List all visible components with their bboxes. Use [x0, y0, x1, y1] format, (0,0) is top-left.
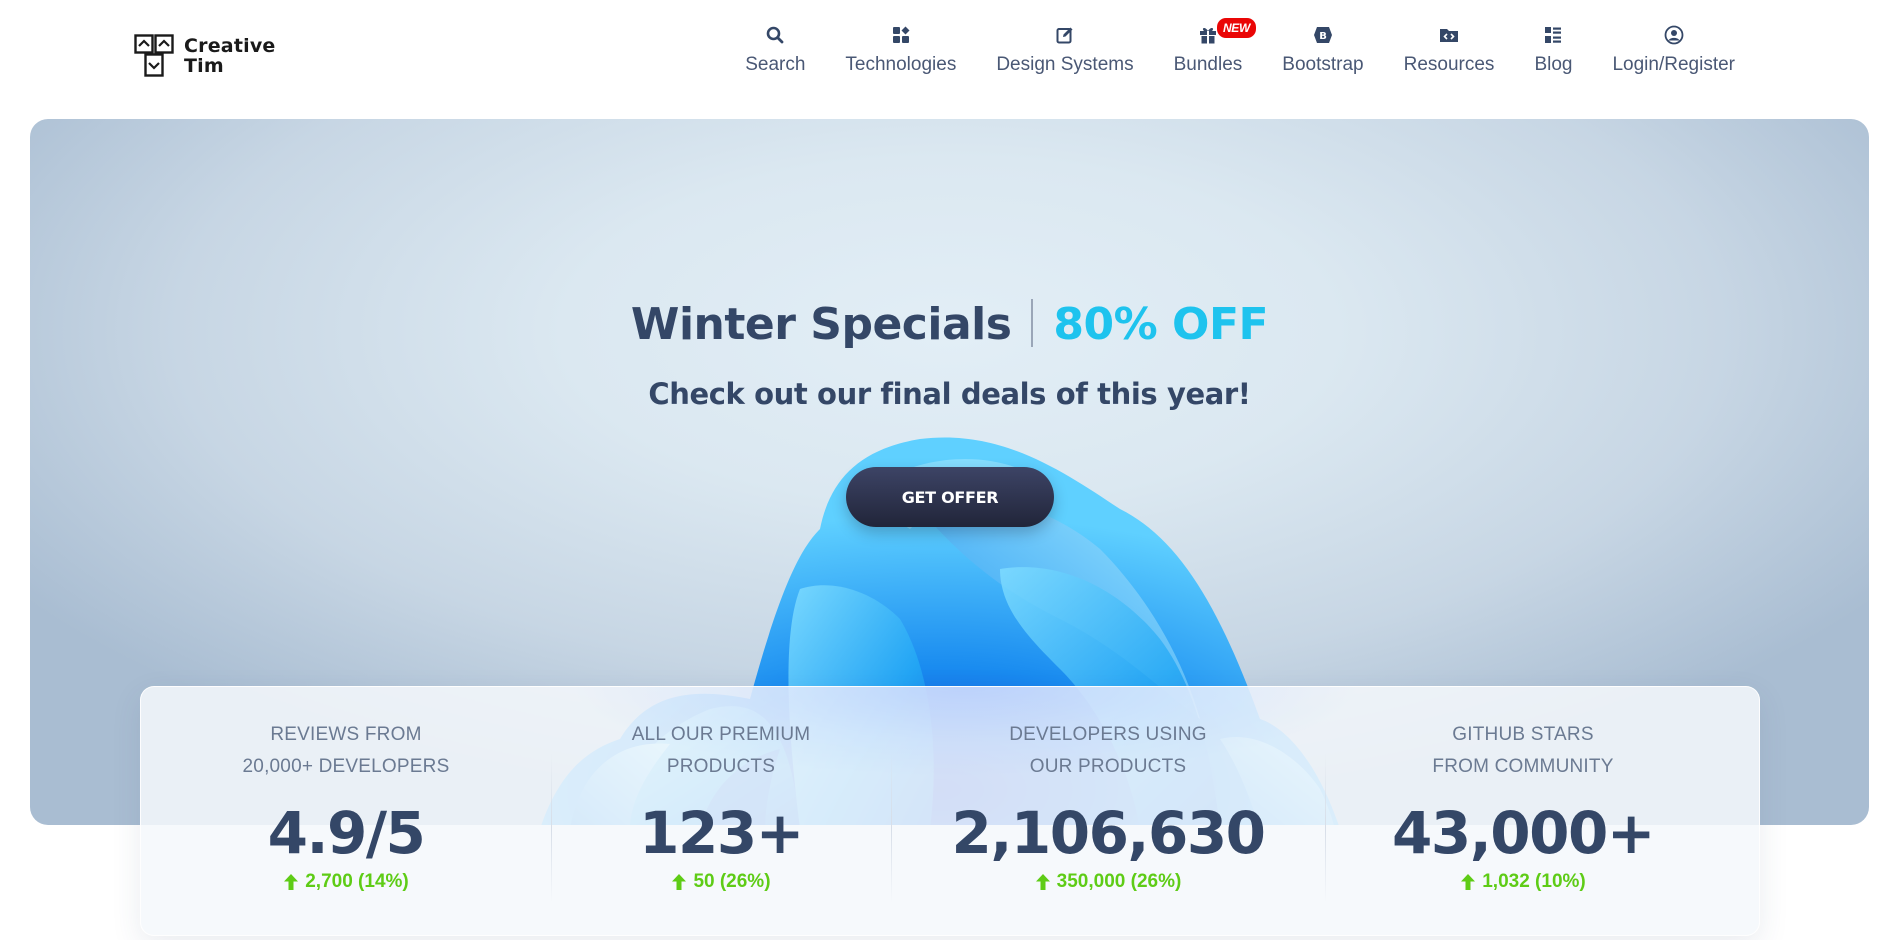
stat-delta: 50 (26%) [551, 871, 891, 893]
brand-name-line1: Creative [184, 35, 276, 57]
stat-label: DEVELOPERS USING OUR PRODUCTS [891, 719, 1325, 783]
bootstrap-icon: B [1312, 24, 1334, 46]
arrow-up-icon [672, 874, 687, 890]
code-folder-icon [1438, 24, 1460, 46]
list-icon [1542, 24, 1564, 46]
stat-label-line2: OUR PRODUCTS [1029, 756, 1187, 777]
stat-reviews: REVIEWS FROM 20,000+ DEVELOPERS 4.9/5 2,… [181, 687, 511, 935]
nav-label: Design Systems [996, 54, 1134, 75]
nav-label: Search [745, 54, 806, 75]
hero-title: Winter Specials 80% OFF [30, 299, 1869, 350]
stat-label-line1: DEVELOPERS USING [1009, 724, 1207, 745]
hero-discount-text: 80% OFF [1053, 299, 1269, 350]
brand-logo[interactable]: Creative Tim [134, 34, 276, 78]
stat-label-line2: 20,000+ DEVELOPERS [242, 756, 450, 777]
navbar: Creative Tim Search Technologies Design … [0, 0, 1901, 112]
nav-label: Bootstrap [1282, 54, 1364, 75]
nav-label: Blog [1534, 54, 1573, 75]
brand-name: Creative Tim [184, 36, 276, 76]
hero-title-text: Winter Specials [630, 299, 1012, 350]
stat-label-line2: PRODUCTS [666, 756, 776, 777]
stats-card: REVIEWS FROM 20,000+ DEVELOPERS 4.9/5 2,… [140, 686, 1760, 936]
nav-item-blog[interactable]: Blog [1514, 24, 1592, 76]
nav-item-bootstrap[interactable]: B Bootstrap [1262, 24, 1383, 76]
nav-label: Technologies [845, 54, 957, 75]
stat-label-line1: REVIEWS FROM [270, 724, 422, 745]
main-nav: Search Technologies Design Systems NEW B… [725, 18, 1755, 76]
arrow-up-icon [284, 874, 299, 890]
stat-delta-text: 350,000 (26%) [1056, 871, 1182, 892]
new-badge: NEW [1216, 18, 1257, 38]
stat-label-line1: ALL OUR PREMIUM [631, 724, 811, 745]
stat-developers: DEVELOPERS USING OUR PRODUCTS 2,106,630 … [891, 687, 1325, 935]
nav-label: Login/Register [1612, 54, 1735, 75]
gift-icon [1197, 24, 1219, 46]
stat-delta-text: 1,032 (10%) [1482, 871, 1586, 892]
stat-github-stars: GITHUB STARS FROM COMMUNITY 43,000+ 1,03… [1325, 687, 1721, 935]
svg-text:B: B [1319, 31, 1327, 42]
arrow-up-icon [1035, 874, 1050, 890]
nav-item-login-register[interactable]: Login/Register [1592, 24, 1755, 76]
stat-label: REVIEWS FROM 20,000+ DEVELOPERS [181, 719, 511, 783]
stat-label-line1: GITHUB STARS [1452, 724, 1594, 745]
stat-delta: 350,000 (26%) [891, 871, 1325, 893]
grid-icon [890, 24, 912, 46]
nav-item-search[interactable]: Search [725, 24, 825, 76]
hero-subtitle: Check out our final deals of this year! [648, 377, 1251, 411]
user-circle-icon [1663, 24, 1685, 46]
stat-value: 2,106,630 [951, 799, 1266, 867]
search-icon [764, 24, 786, 46]
stat-value: 4.9/5 [267, 799, 426, 867]
stat-label: GITHUB STARS FROM COMMUNITY [1325, 719, 1721, 783]
stat-value: 123+ [639, 799, 804, 867]
nav-label: Resources [1403, 54, 1495, 75]
nav-item-technologies[interactable]: Technologies [825, 24, 976, 76]
stat-label: ALL OUR PREMIUM PRODUCTS [551, 719, 891, 783]
nav-item-resources[interactable]: Resources [1384, 24, 1515, 76]
arrow-up-icon [1461, 874, 1476, 890]
edit-icon [1054, 24, 1076, 46]
stat-label-line2: FROM COMMUNITY [1432, 756, 1614, 777]
creative-tim-logo-icon [134, 34, 174, 77]
stat-delta-text: 2,700 (14%) [305, 871, 409, 892]
stat-delta: 1,032 (10%) [1325, 871, 1721, 893]
brand-name-line2: Tim [184, 55, 224, 77]
stat-products: ALL OUR PREMIUM PRODUCTS 123+ 50 (26%) [551, 687, 891, 935]
get-offer-button[interactable]: GET OFFER [846, 467, 1054, 527]
nav-item-design-systems[interactable]: Design Systems [976, 24, 1153, 76]
nav-item-bundles[interactable]: NEW Bundles [1154, 18, 1263, 76]
title-divider [1031, 299, 1034, 347]
nav-label: Bundles [1173, 54, 1243, 75]
stat-value: 43,000+ [1392, 799, 1655, 867]
stat-delta-text: 50 (26%) [693, 871, 771, 892]
stat-delta: 2,700 (14%) [181, 871, 511, 893]
